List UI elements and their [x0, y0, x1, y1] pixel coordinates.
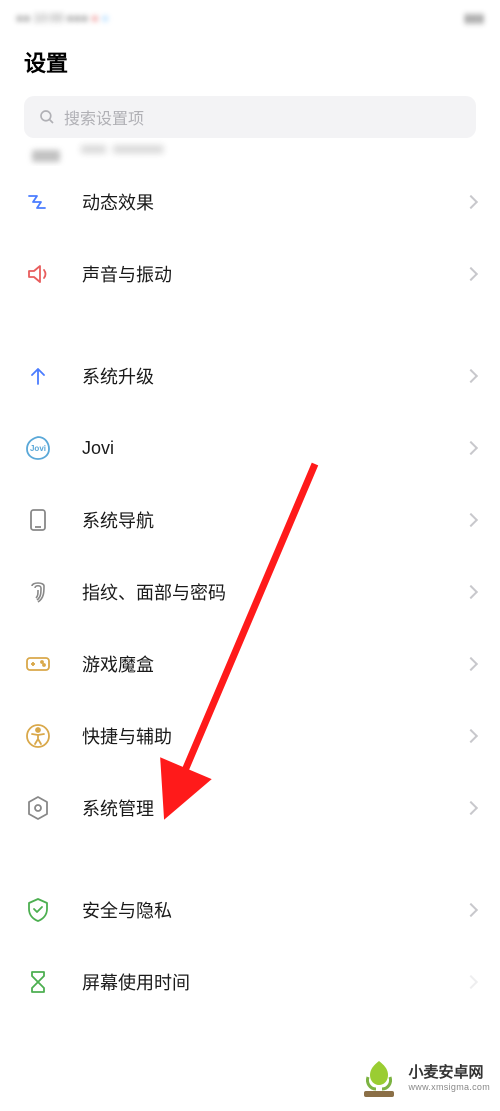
chevron-right-icon [464, 585, 478, 599]
watermark-text-cn: 小麦安卓网 [408, 1064, 490, 1082]
chevron-right-icon [464, 267, 478, 281]
chevron-right-icon [464, 513, 478, 527]
shield-icon [24, 896, 52, 924]
fingerprint-icon [24, 578, 52, 606]
settings-list: ▪▪▪ ▪▪▪▪▪▪ 动态效果 声音与振动 系统升级 [0, 138, 500, 1018]
item-label: 系统管理 [82, 795, 466, 821]
item-label: 系统导航 [82, 507, 466, 533]
item-label: 安全与隐私 [82, 897, 466, 923]
item-system-navigation[interactable]: 系统导航 [0, 484, 500, 556]
page-title: 设置 [24, 46, 476, 78]
item-label: 声音与振动 [82, 261, 466, 287]
search-placeholder: 搜索设置项 [64, 105, 144, 129]
item-system-upgrade[interactable]: 系统升级 [0, 340, 500, 412]
item-label: 动态效果 [82, 189, 466, 215]
navigation-icon [24, 506, 52, 534]
item-sound-vibration[interactable]: 声音与振动 [0, 238, 500, 310]
watermark-logo-icon [356, 1055, 402, 1101]
item-shortcut-accessibility[interactable]: 快捷与辅助 [0, 700, 500, 772]
jovi-icon: Jovi [24, 434, 52, 462]
item-label: 系统升级 [82, 363, 466, 389]
upgrade-icon [24, 362, 52, 390]
status-bar: ●●10:00●●●●● ▮▮▮ [0, 0, 500, 36]
status-left: ●●10:00●●●●● [16, 11, 109, 25]
chevron-right-icon [464, 195, 478, 209]
item-jovi[interactable]: Jovi Jovi [0, 412, 500, 484]
dynamic-effects-icon [24, 188, 52, 216]
hourglass-icon [24, 968, 52, 996]
item-label: 屏幕使用时间 [82, 969, 466, 995]
watermark-text-en: www.xmsigma.com [408, 1082, 490, 1093]
item-game-box[interactable]: 游戏魔盒 [0, 628, 500, 700]
item-label: 快捷与辅助 [82, 723, 466, 749]
item-screen-time[interactable]: 屏幕使用时间 [0, 946, 500, 1018]
watermark: 小麦安卓网 www.xmsigma.com [356, 1055, 490, 1101]
item-label: Jovi [82, 438, 466, 459]
chevron-right-icon [464, 903, 478, 917]
svg-text:Jovi: Jovi [30, 444, 46, 453]
status-right: ▮▮▮ [464, 11, 484, 25]
search-input[interactable]: 搜索设置项 [24, 96, 476, 138]
item-system-management[interactable]: 系统管理 [0, 772, 500, 844]
sound-icon [24, 260, 52, 288]
chevron-right-icon [464, 657, 478, 671]
management-icon [24, 794, 52, 822]
item-label: 游戏魔盒 [82, 651, 466, 677]
group-divider [0, 310, 500, 340]
game-icon [24, 650, 52, 678]
group-divider [0, 844, 500, 874]
page-header: 设置 [0, 36, 500, 96]
chevron-right-icon [464, 975, 478, 989]
item-fingerprint-face-password[interactable]: 指纹、面部与密码 [0, 556, 500, 628]
partial-item-top[interactable]: ▪▪▪ ▪▪▪▪▪▪ [0, 138, 500, 166]
chevron-right-icon [464, 729, 478, 743]
accessibility-icon [24, 722, 52, 750]
item-dynamic-effects[interactable]: 动态效果 [0, 166, 500, 238]
search-icon [38, 108, 56, 126]
item-security-privacy[interactable]: 安全与隐私 [0, 874, 500, 946]
chevron-right-icon [464, 801, 478, 815]
chevron-right-icon [464, 369, 478, 383]
item-label: 指纹、面部与密码 [82, 579, 466, 605]
chevron-right-icon [464, 441, 478, 455]
